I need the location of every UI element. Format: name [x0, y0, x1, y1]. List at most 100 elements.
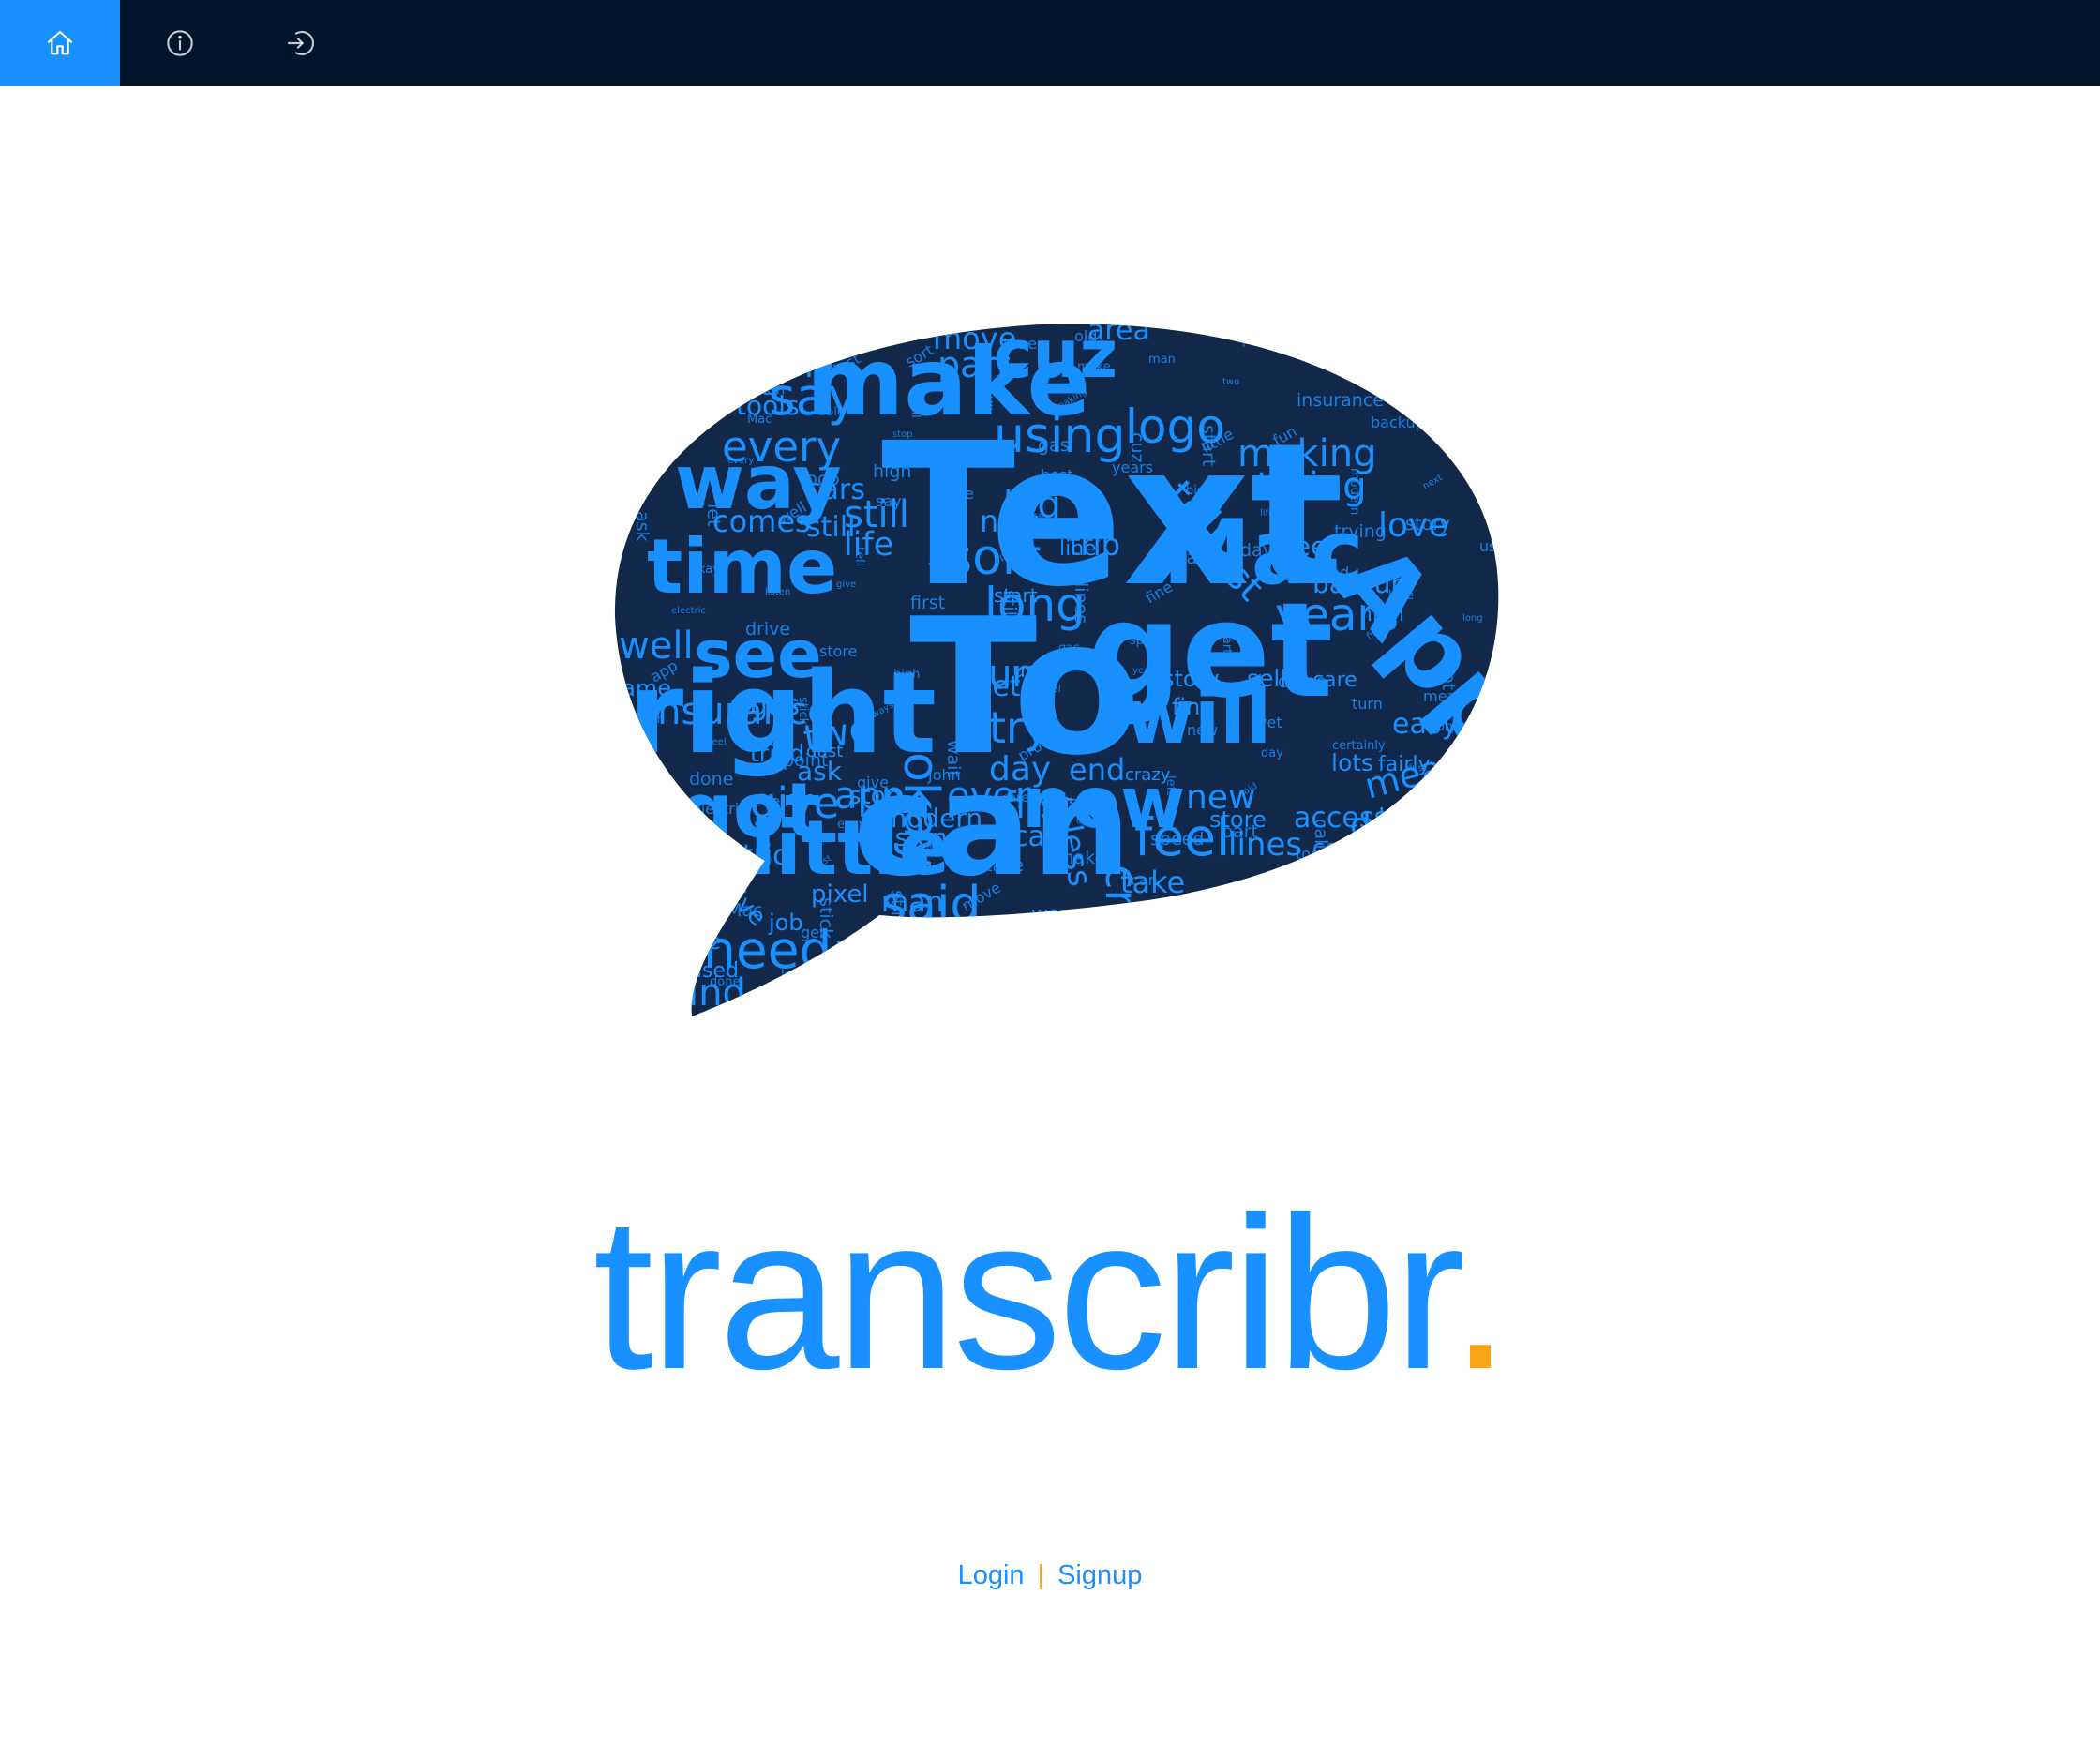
cloud-filler-word: backup: [1371, 414, 1425, 431]
cloud-filler-word: big: [1186, 484, 1205, 498]
cloud-word: electric: [684, 839, 788, 872]
cloud-word: old: [853, 969, 885, 992]
auth-separator: |: [1037, 1560, 1045, 1590]
cloud-word: high: [1359, 603, 1404, 626]
cloud-filler-word: Apple: [1327, 956, 1372, 993]
signup-link[interactable]: Signup: [1058, 1560, 1142, 1590]
cloud-filler-word: long: [1442, 406, 1475, 424]
cloud-filler-word: find: [1383, 814, 1417, 844]
cloud-word: pro: [666, 811, 702, 837]
cloud-filler-word: okay: [691, 563, 720, 577]
cloud-filler-word: electric: [671, 606, 706, 616]
cloud-filler-word: tell: [852, 547, 866, 565]
cloud-filler-word: old: [1074, 327, 1097, 345]
cloud-filler-word: electric: [692, 800, 747, 818]
cloud-filler-word: trying: [1313, 1020, 1349, 1034]
cloud-word: free: [1275, 531, 1327, 562]
cloud-filler-word: John: [948, 973, 969, 984]
cloud-filler-word: sell: [784, 1000, 800, 1010]
cloud-filler-word: care: [1002, 791, 1028, 805]
cloud-filler-word: yet: [1258, 714, 1282, 731]
top-navbar: [0, 0, 2100, 86]
home-icon: [47, 30, 73, 55]
cloud-filler-word: Mac: [747, 413, 772, 427]
cloud-filler-word: use: [1479, 537, 1500, 555]
cloud-filler-word: long: [1462, 613, 1483, 624]
cloud-filler-word: call: [1291, 618, 1305, 639]
cloud-filler-word: get: [801, 924, 825, 941]
cloud-filler-word: point: [783, 750, 828, 771]
cloud-filler-word: backup: [1350, 913, 1384, 924]
cloud-filler-word: still: [908, 397, 922, 418]
cloud-filler-word: able: [818, 405, 845, 419]
cloud-word: next: [919, 956, 968, 983]
cloud-filler-word: modern: [1347, 468, 1361, 515]
cloud-filler-word: logo: [781, 968, 807, 982]
cloud-word: well: [619, 625, 694, 668]
cloud-filler-word: story: [1426, 720, 1457, 734]
cloud-filler-word: nice: [653, 431, 679, 445]
brand-dot: .: [1449, 1172, 1511, 1415]
cloud-filler-word: need: [1113, 698, 1157, 718]
cloud-filler-word: see: [673, 387, 699, 405]
cloud-filler-word: data: [911, 842, 933, 852]
cloud-filler-word: drive: [745, 619, 790, 640]
cloud-filler-word: little: [1181, 930, 1205, 950]
cloud-filler-word: first: [910, 593, 945, 613]
cloud-filler-word: job: [1479, 776, 1500, 797]
cloud-word: ways: [1031, 903, 1084, 926]
cloud-filler-word: can: [1131, 871, 1158, 889]
cloud-filler-word: part: [1242, 334, 1268, 348]
nav-login[interactable]: [240, 0, 360, 86]
cloud-word: still: [806, 511, 855, 544]
nav-home[interactable]: [0, 0, 120, 86]
cloud-filler-word: side: [1204, 658, 1223, 669]
cloud-word: access: [1294, 802, 1388, 835]
cloud-word: turn: [1162, 903, 1205, 926]
cloud-filler-word: speed: [1150, 829, 1204, 850]
cloud-filler-word: best: [1020, 966, 1041, 976]
cloud-filler-word: still: [980, 389, 994, 411]
cloud-word: end: [1069, 752, 1125, 788]
cloud-filler-word: take: [985, 855, 1024, 876]
cloud-filler-word: man: [1169, 548, 1208, 568]
cloud-filler-word: less: [1021, 510, 1044, 524]
cloud-filler-word: make: [1077, 360, 1111, 374]
cloud-filler-word: listen: [765, 587, 790, 597]
brand-logo: transcribr.: [0, 1167, 2100, 1421]
cloud-filler-word: two: [1222, 377, 1239, 387]
cloud-filler-word: listen: [744, 380, 785, 398]
cloud-filler-word: store: [819, 642, 857, 660]
cloud-filler-word: certainly: [1332, 739, 1386, 753]
cloud-filler-word: fairly: [1370, 870, 1401, 884]
nav-about[interactable]: [120, 0, 240, 86]
cloud-word: side: [675, 928, 721, 955]
cloud-filler-word: story: [1405, 514, 1450, 534]
cloud-filler-word: trying: [1334, 521, 1387, 542]
cloud-filler-word: Text: [614, 324, 637, 342]
info-circle-icon: [167, 30, 193, 56]
brand-name: transcribr: [592, 1172, 1454, 1415]
login-icon: [287, 30, 315, 56]
cloud-filler-word: tried: [1314, 564, 1349, 581]
cloud-filler-word: ever: [655, 908, 696, 928]
cloud-filler-word: still: [887, 890, 908, 921]
cloud-word: stick: [1069, 793, 1108, 813]
cloud-word: lots: [1331, 749, 1373, 776]
cloud-filler-word: sell: [763, 792, 788, 810]
cloud-filler-word: came: [1278, 671, 1327, 692]
cloud-filler-word: see: [652, 887, 669, 897]
cloud-filler-word: new: [1166, 527, 1186, 537]
cloud-filler-word: take: [965, 660, 991, 674]
cloud-filler-word: John: [927, 766, 961, 784]
cloud-filler-word: lines: [1071, 582, 1091, 624]
cloud-filler-word: right: [1403, 1012, 1418, 1041]
cloud-word: able: [961, 978, 1005, 1001]
cloud-filler-word: every: [728, 456, 754, 466]
cloud-filler-word: now: [1462, 364, 1498, 384]
cloud-filler-word: mean: [1423, 687, 1465, 705]
cloud-filler-word: life: [1260, 508, 1274, 519]
login-link[interactable]: Login: [958, 1560, 1025, 1590]
cloud-filler-word: say: [855, 992, 871, 1002]
cloud-filler-word: ever: [635, 713, 663, 727]
